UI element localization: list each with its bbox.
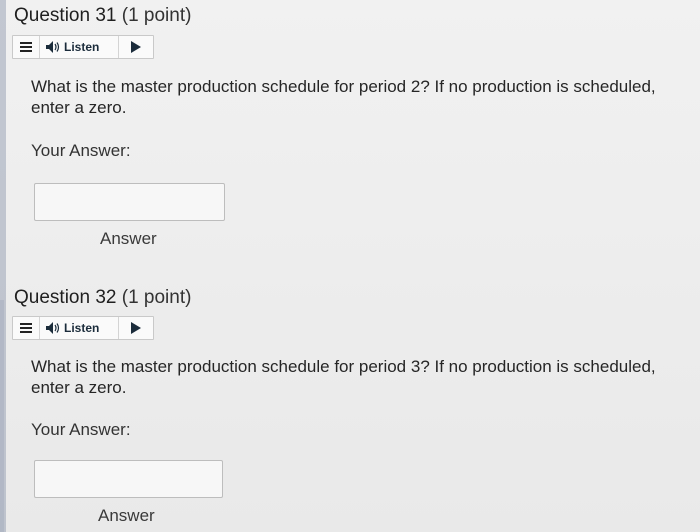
answer-button[interactable]: Answer: [98, 506, 155, 526]
play-icon: [131, 322, 141, 334]
question-heading: Question 32 (1 point): [14, 287, 191, 309]
play-button[interactable]: [119, 317, 153, 339]
answer-input[interactable]: [34, 460, 223, 498]
listen-label: Listen: [64, 40, 100, 54]
answer-input[interactable]: [34, 183, 225, 221]
question-text: What is the master production schedule f…: [31, 357, 656, 397]
listen-button[interactable]: Listen: [40, 317, 119, 339]
speaker-icon: [46, 41, 60, 53]
question-number: Question 32: [14, 287, 117, 308]
question-text: What is the master production schedule f…: [31, 77, 656, 117]
your-answer-label: Your Answer:: [31, 141, 131, 160]
speaker-icon: [46, 322, 60, 334]
left-edge-accent-lower: [0, 300, 4, 532]
quiz-page: Question 31 (1 point) Listen What is the…: [0, 0, 700, 532]
listen-menu-button[interactable]: [13, 36, 40, 58]
listen-menu-button[interactable]: [13, 317, 40, 339]
play-button[interactable]: [119, 36, 153, 58]
question-points: (1 point): [121, 287, 192, 308]
menu-icon: [20, 323, 32, 333]
your-answer-label: Your Answer:: [31, 420, 131, 439]
listen-toolbar: Listen: [12, 35, 154, 59]
listen-label: Listen: [64, 321, 100, 335]
question-number: Question 31: [14, 5, 117, 26]
listen-button[interactable]: Listen: [40, 36, 119, 58]
play-icon: [131, 41, 141, 53]
question-points: (1 point): [121, 5, 192, 26]
answer-button[interactable]: Answer: [100, 229, 157, 249]
listen-toolbar: Listen: [12, 316, 154, 340]
question-heading: Question 31 (1 point): [14, 5, 191, 27]
menu-icon: [20, 42, 32, 52]
